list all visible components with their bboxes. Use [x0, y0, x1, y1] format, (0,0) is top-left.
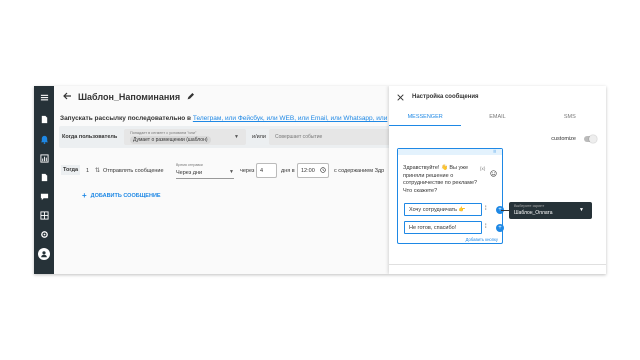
script-caption: Выберите скрипт — [514, 204, 545, 208]
add-link-icon[interactable]: + — [496, 224, 504, 232]
step-number: 1 — [86, 168, 90, 174]
sort-icon[interactable]: ⇅ — [95, 167, 100, 174]
event-placeholder: Совершает событие — [275, 134, 323, 140]
after-label: через — [240, 168, 255, 174]
content-label: с содержанием Здр — [334, 168, 385, 174]
days-input[interactable]: 4 — [256, 163, 277, 178]
page-title: Шаблон_Напоминания — [78, 92, 181, 102]
channels-link[interactable]: Телеграм, или Фейсбук, или WEB, или Emai… — [193, 115, 387, 122]
action-row: Тогда 1 ⇅ Отправлять сообщение Время отп… — [59, 162, 411, 180]
plus-icon: + — [82, 191, 87, 200]
grid-icon[interactable] — [38, 209, 50, 221]
link-handle-icon[interactable]: ⁞ — [485, 206, 489, 212]
customize-toggle[interactable] — [584, 134, 597, 143]
add-message-label: ДОБАВИТЬ СООБЩЕНИЕ — [90, 192, 161, 199]
drag-handle-icon[interactable]: ⠿ — [493, 149, 496, 154]
message-card: ⠿ Здравствуйте! 👋 Вы уже приняли решение… — [397, 148, 504, 244]
chevron-down-icon: ▼ — [579, 207, 584, 213]
chat-icon[interactable] — [38, 190, 50, 202]
launch-prefix: Запускать рассылку последовательно в — [60, 115, 192, 122]
event-select[interactable]: Совершает событие ▼ — [269, 129, 404, 145]
segment-caption: Попадает в сегмент с условием "или" — [130, 131, 197, 135]
menu-icon[interactable] — [38, 91, 50, 103]
time-value: 12:00 — [301, 168, 315, 174]
divider — [389, 264, 606, 265]
launch-description: Запускать рассылку последовательно в Тел… — [60, 115, 387, 122]
add-message-button[interactable]: + ДОБАВИТЬ СООБЩЕНИЕ — [82, 191, 161, 200]
trigger-label: Когда пользователь — [62, 134, 118, 140]
pencil-icon[interactable] — [186, 88, 195, 106]
tab-email[interactable]: EMAIL — [461, 110, 533, 126]
page-header: Шаблон_Напоминания — [54, 86, 406, 108]
tab-messenger[interactable]: MESSENGER — [389, 110, 462, 126]
variable-tag[interactable]: {x} — [480, 166, 485, 171]
bell-icon[interactable] — [38, 133, 50, 145]
add-button-link[interactable]: Добавить кнопку — [466, 237, 498, 242]
timing-caption: Время отправки — [176, 163, 203, 167]
panel-title: Настройка сообщения — [412, 94, 479, 100]
main-area: Шаблон_Напоминания Запускать рассылку по… — [54, 86, 406, 274]
days-suffix: дня в — [281, 168, 295, 174]
clock-icon[interactable] — [320, 167, 326, 175]
app-window: Шаблон_Напоминания Запускать рассылку по… — [34, 86, 606, 274]
panel-header: Настройка сообщения — [389, 86, 606, 108]
chevron-down-icon: ▼ — [234, 134, 239, 140]
avatar[interactable] — [38, 248, 50, 260]
file-icon[interactable] — [38, 171, 50, 183]
message-settings-panel: Настройка сообщения MESSENGER EMAIL SMS … — [389, 86, 606, 274]
time-input[interactable]: 12:00 — [297, 163, 329, 178]
quick-reply-button[interactable]: Не готов, спасибо! — [404, 221, 482, 234]
chevron-down-icon: ▼ — [229, 169, 234, 175]
action-label: Тогда — [61, 165, 81, 175]
segment-chip[interactable]: Думает о размещении (шаблон) — [130, 136, 211, 144]
timing-select[interactable]: Время отправки Через дни ▼ — [176, 163, 234, 179]
settings-icon[interactable] — [38, 228, 50, 240]
card-header: ⠿ — [398, 149, 502, 155]
arrow-back-icon[interactable] — [62, 88, 72, 106]
trigger-row: Когда пользователь Попадает в сегмент с … — [59, 126, 404, 148]
close-icon[interactable] — [397, 88, 404, 106]
or-label: и/или — [252, 134, 266, 140]
emoji-icon[interactable] — [490, 164, 497, 182]
quick-reply-button[interactable]: Хочу сотрудничать 👉 — [404, 203, 482, 216]
segment-select[interactable]: Попадает в сегмент с условием "или" Дума… — [124, 129, 246, 145]
sidebar — [34, 86, 54, 274]
timing-value: Через дни — [176, 170, 203, 176]
customize-label: customize — [551, 136, 576, 142]
script-value: Шаблон_Оплата — [514, 210, 553, 216]
link-handle-icon[interactable]: ⁞ — [485, 224, 489, 230]
action-type: Отправлять сообщение — [103, 168, 164, 174]
channel-tabs: MESSENGER EMAIL SMS — [389, 110, 606, 126]
tab-sms[interactable]: SMS — [534, 110, 606, 126]
message-text[interactable]: Здравствуйте! 👋 Вы уже приняли решение о… — [403, 165, 479, 195]
script-select[interactable]: Выберите скрипт Шаблон_Оплата ▼ — [509, 202, 592, 219]
chart-icon[interactable] — [38, 152, 50, 164]
document-icon[interactable] — [38, 113, 50, 125]
